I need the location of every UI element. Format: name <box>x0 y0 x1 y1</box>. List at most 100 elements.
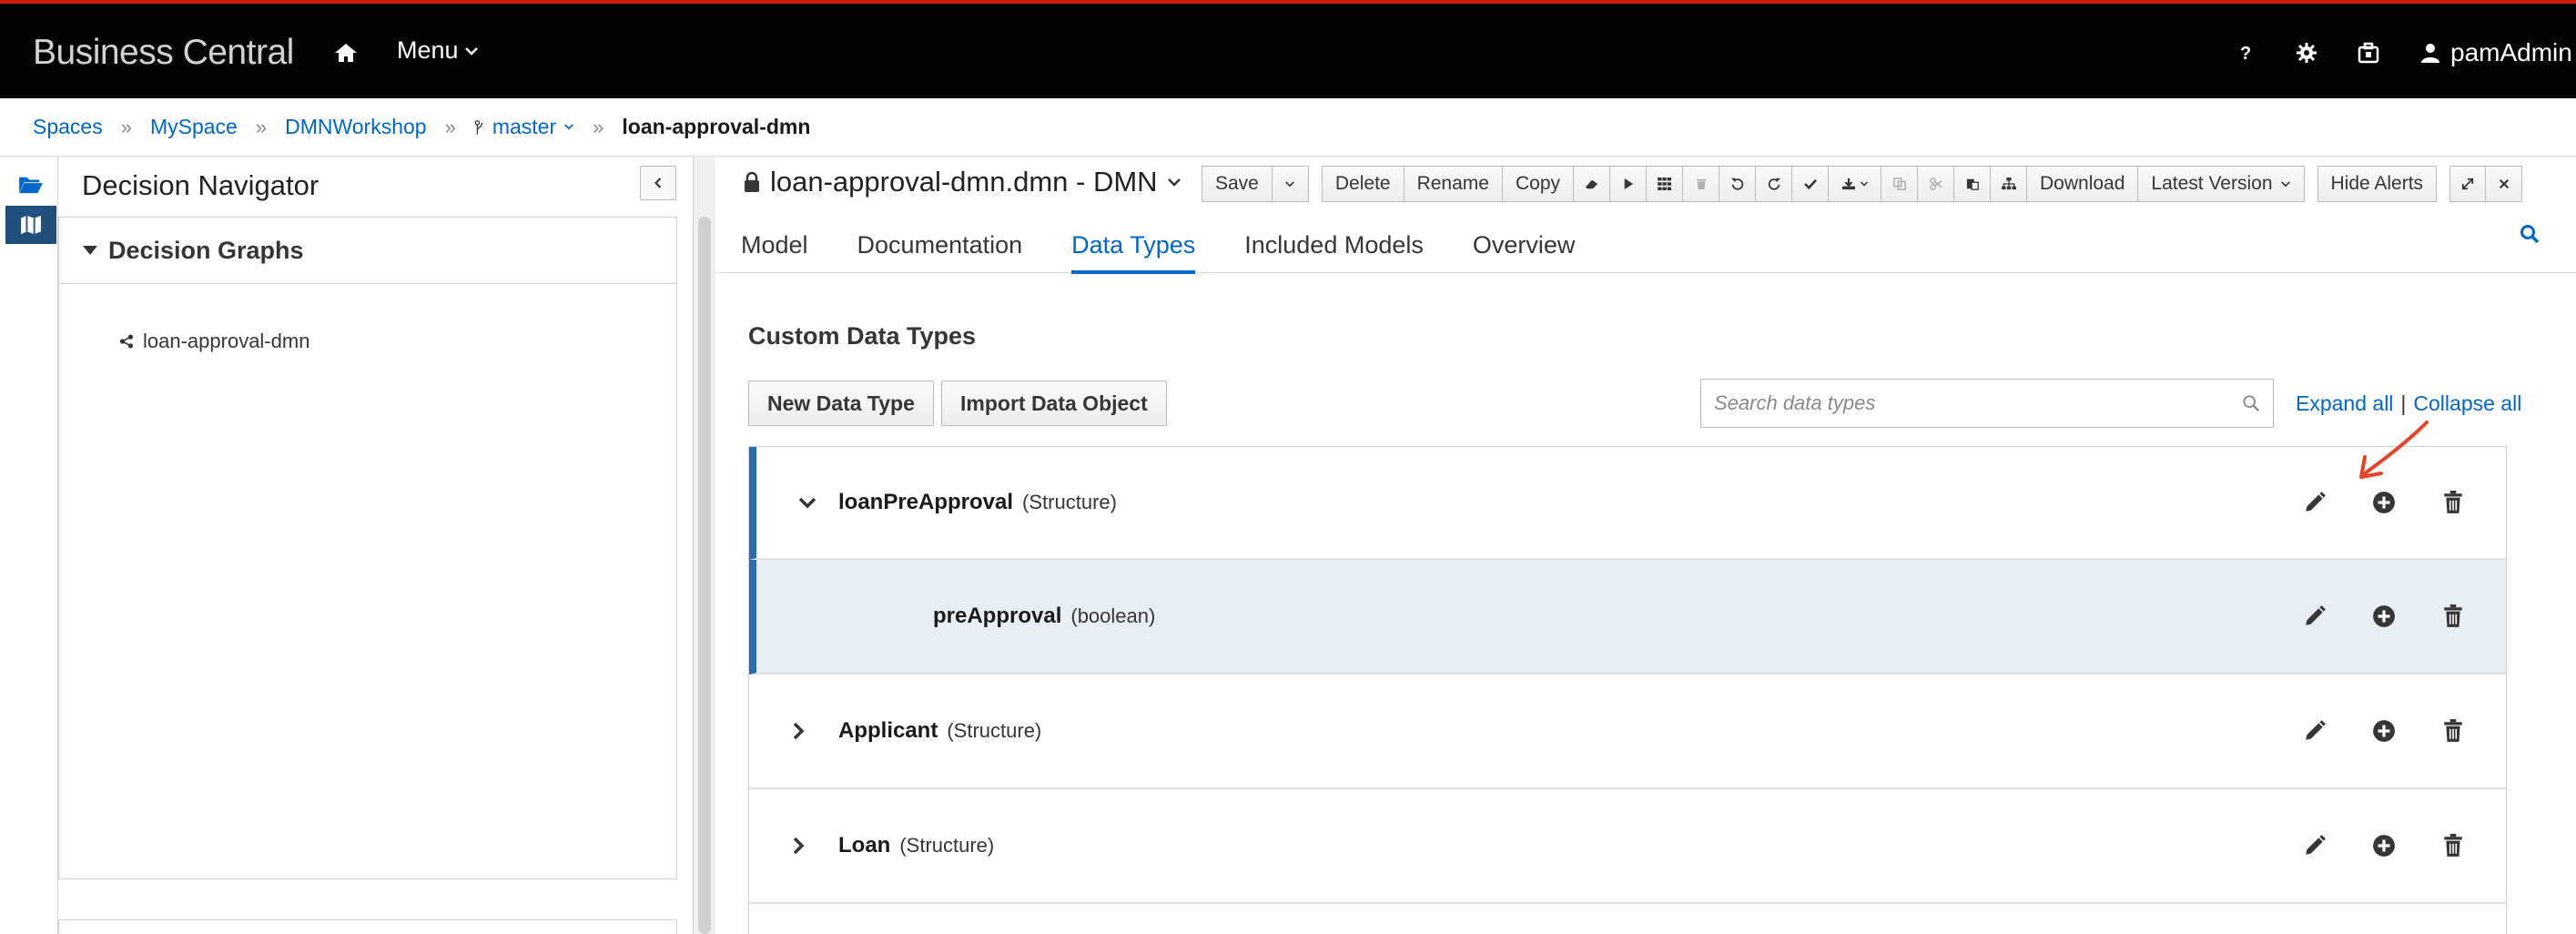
chevron-left-icon <box>654 178 662 188</box>
grid-button[interactable] <box>1647 166 1683 202</box>
search-data-types-input[interactable] <box>1714 391 2242 415</box>
data-type-name: Loan <box>838 833 891 858</box>
graph-item-loan-approval-dmn[interactable]: loan-approval-dmn <box>119 330 309 353</box>
delete-icon[interactable] <box>2440 718 2466 744</box>
edit-icon[interactable] <box>2302 833 2328 858</box>
map-icon[interactable] <box>5 206 56 244</box>
trash-button[interactable] <box>1683 166 1719 202</box>
breadcrumb-dmnworkshop[interactable]: DMNWorkshop <box>285 115 427 139</box>
brand-title[interactable]: Business Central <box>33 33 294 73</box>
branch-name: master <box>492 115 557 138</box>
chevron-down-icon <box>1285 180 1295 187</box>
paste-icon <box>1966 178 1979 190</box>
delete-icon[interactable] <box>2440 833 2466 858</box>
search-data-types <box>1700 379 2274 428</box>
add-nested-icon[interactable] <box>2371 718 2397 744</box>
decision-navigator-panel: Decision Navigator Decision Graphs loan-… <box>58 157 694 934</box>
copy-button[interactable]: Copy <box>1502 166 1574 202</box>
chevron-right-icon[interactable] <box>787 835 809 857</box>
check-icon <box>1803 178 1817 189</box>
collapse-all-link[interactable]: Collapse all <box>2413 391 2521 416</box>
editor-tabs: Model Documentation Data Types Included … <box>715 217 2576 274</box>
home-icon[interactable] <box>333 42 359 64</box>
delete-icon[interactable] <box>2440 490 2466 515</box>
export-button[interactable] <box>1829 166 1881 202</box>
data-type-row-loan[interactable]: Loan (Structure) <box>749 789 2506 904</box>
redo-button[interactable] <box>1756 166 1792 202</box>
tab-data-types[interactable]: Data Types <box>1071 217 1196 274</box>
help-icon[interactable]: ? <box>2234 42 2256 64</box>
scissors-icon <box>1929 178 1942 190</box>
chevron-down-icon[interactable] <box>796 492 818 513</box>
edit-icon[interactable] <box>2302 604 2328 629</box>
delete-icon[interactable] <box>2440 604 2466 629</box>
add-nested-icon[interactable] <box>2371 833 2397 858</box>
navigator-title: Decision Navigator <box>82 169 319 201</box>
editor-title[interactable]: loan-approval-dmn.dmn - DMN <box>743 166 1182 198</box>
expand-icon <box>2461 178 2474 190</box>
breadcrumb-myspace[interactable]: MySpace <box>150 115 238 139</box>
copy-icon <box>1892 178 1906 190</box>
lock-icon <box>745 171 759 192</box>
tab-documentation[interactable]: Documentation <box>857 217 1023 273</box>
chevron-down-icon <box>2280 180 2290 187</box>
breadcrumb-separator: » <box>120 115 132 138</box>
search-icon[interactable] <box>2520 224 2540 244</box>
side-icon-strip <box>0 157 58 934</box>
run-button[interactable] <box>1610 166 1647 202</box>
paste-button[interactable] <box>1954 166 1991 202</box>
hierarchy-button[interactable] <box>1991 166 2027 202</box>
edit-icon[interactable] <box>2302 718 2328 744</box>
data-type-kind: (Structure) <box>947 719 1042 742</box>
decision-graphs-header[interactable]: Decision Graphs <box>58 217 677 284</box>
share-nodes-icon <box>119 334 134 349</box>
data-type-kind: (boolean) <box>1070 604 1156 627</box>
undo-button[interactable] <box>1719 166 1756 202</box>
cut-button[interactable] <box>1918 166 1954 202</box>
decision-graphs-label: Decision Graphs <box>108 236 304 264</box>
menu-button[interactable]: Menu <box>397 36 479 65</box>
data-type-name: preApproval <box>933 604 1062 628</box>
hide-alerts-button[interactable]: Hide Alerts <box>2317 166 2438 202</box>
maximize-button[interactable] <box>2449 166 2487 202</box>
save-button[interactable]: Save <box>1202 166 1273 202</box>
latest-version-button[interactable]: Latest Version <box>2138 166 2305 202</box>
tasks-icon[interactable] <box>2358 42 2379 64</box>
edit-icon[interactable] <box>2302 490 2328 515</box>
expand-all-link[interactable]: Expand all <box>2296 391 2393 416</box>
collapse-panel-button[interactable] <box>640 166 676 200</box>
tab-overview[interactable]: Overview <box>1473 217 1576 273</box>
data-type-name: loanPreApproval <box>838 490 1014 514</box>
download-button[interactable]: Download <box>2027 166 2139 202</box>
delete-button[interactable]: Delete <box>1321 166 1405 202</box>
breadcrumb-spaces[interactable]: Spaces <box>33 115 103 139</box>
chevron-right-icon[interactable] <box>787 720 809 742</box>
gear-icon[interactable] <box>2296 42 2317 64</box>
import-data-object-button[interactable]: Import Data Object <box>941 381 1167 426</box>
search-icon[interactable] <box>2242 394 2260 412</box>
undo-icon <box>1730 178 1743 190</box>
data-type-row-preapproval[interactable]: preApproval (boolean) <box>749 560 2506 675</box>
add-nested-icon[interactable] <box>2371 604 2397 629</box>
branch-selector[interactable]: master <box>474 115 574 139</box>
custom-data-types-heading: Custom Data Types <box>748 322 977 350</box>
tab-model[interactable]: Model <box>741 217 808 273</box>
folder-open-icon[interactable] <box>5 166 56 204</box>
tab-included-models[interactable]: Included Models <box>1244 217 1424 273</box>
data-type-row-loanpreapproval[interactable]: loanPreApproval (Structure) <box>749 447 2506 560</box>
decision-graph-list: loan-approval-dmn <box>58 284 677 879</box>
user-menu[interactable]: pamAdmin <box>2419 38 2576 67</box>
sitemap-icon <box>2001 178 2016 190</box>
eraser-button[interactable] <box>1574 166 1610 202</box>
new-data-type-button[interactable]: New Data Type <box>748 381 934 426</box>
rename-button[interactable]: Rename <box>1404 166 1503 202</box>
panel-scrollbar[interactable] <box>694 157 715 934</box>
menu-label: Menu <box>397 36 459 64</box>
data-type-row-applicant[interactable]: Applicant (Structure) <box>749 675 2506 789</box>
copy-icon-button[interactable] <box>1881 166 1918 202</box>
validate-button[interactable] <box>1792 166 1829 202</box>
save-options-button[interactable] <box>1272 166 1309 202</box>
close-editor-button[interactable] <box>2486 166 2523 202</box>
add-nested-icon[interactable] <box>2371 490 2397 515</box>
expand-collapse-links: Expand all | Collapse all <box>2296 391 2521 416</box>
